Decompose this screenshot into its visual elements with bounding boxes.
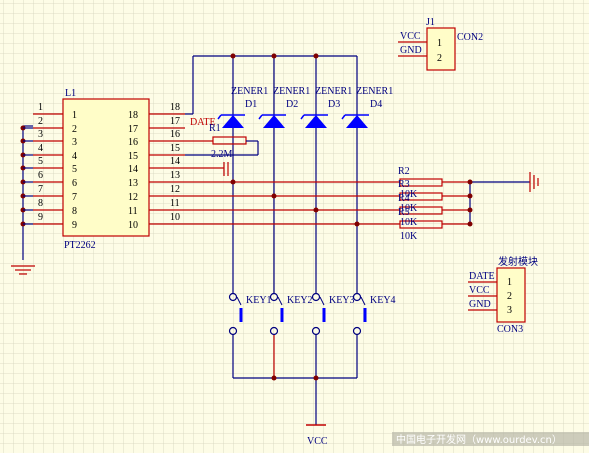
resistor-value: 10K bbox=[400, 203, 418, 214]
vcc-label: VCC bbox=[307, 436, 328, 447]
chip-pin-number: 10 bbox=[128, 220, 138, 231]
chip-pin-number: 14 bbox=[128, 164, 138, 175]
diode-designator: D2 bbox=[286, 99, 298, 110]
j1-pin-number: 2 bbox=[437, 53, 442, 64]
key-label: KEY3 bbox=[329, 295, 355, 306]
j2-title: 发射模块 bbox=[498, 255, 538, 268]
j2-net-vcc: VCC bbox=[469, 285, 490, 296]
chip-pin-number: 13 bbox=[128, 178, 138, 189]
chip-outer-pin-number: 9 bbox=[38, 212, 43, 223]
chip-pin-number: 3 bbox=[72, 137, 77, 148]
diode-type-label: ZENER1 bbox=[231, 86, 268, 97]
chip-pin-number: 2 bbox=[72, 124, 77, 135]
chip-pin-number: 17 bbox=[128, 124, 138, 135]
key-label: KEY2 bbox=[287, 295, 313, 306]
j1-net-gnd: GND bbox=[400, 45, 422, 56]
chip-designator: L1 bbox=[65, 88, 76, 99]
diode-designator: D4 bbox=[370, 99, 382, 110]
chip-outer-pin-number: 17 bbox=[170, 116, 180, 127]
r1-value: 2.2M bbox=[211, 149, 233, 160]
resistor-value: 10K bbox=[400, 217, 418, 228]
chip-pin-number: 4 bbox=[72, 151, 77, 162]
chip-outer-pin-number: 2 bbox=[38, 116, 43, 127]
j1-part: CON2 bbox=[457, 32, 483, 43]
chip-outer-pin-number: 13 bbox=[170, 170, 180, 181]
chip-pin-number: 15 bbox=[128, 151, 138, 162]
watermark-text: 中国电子开发网（www.ourdev.cn） bbox=[396, 433, 562, 446]
chip-outer-pin-number: 15 bbox=[170, 143, 180, 154]
chip-outer-pin-number: 4 bbox=[38, 143, 43, 154]
chip-pin-number: 1 bbox=[72, 110, 77, 121]
chip-outer-pin-number: 16 bbox=[170, 129, 180, 140]
j2-part: CON3 bbox=[497, 324, 523, 335]
chip-pin-number: 7 bbox=[72, 192, 77, 203]
chip-outer-pin-number: 10 bbox=[170, 212, 180, 223]
chip-outer-pin-number: 6 bbox=[38, 170, 43, 181]
j2-pin-number: 3 bbox=[507, 305, 512, 316]
chip-part-name: PT2262 bbox=[64, 240, 96, 251]
watermark: 中国电子开发网（www.ourdev.cn） bbox=[392, 432, 589, 446]
j1-designator: J1 bbox=[426, 17, 435, 28]
chip-outer-pin-number: 8 bbox=[38, 198, 43, 209]
chip-outer-pin-number: 12 bbox=[170, 184, 180, 195]
chip-outer-pin-number: 3 bbox=[38, 129, 43, 140]
key-label: KEY1 bbox=[246, 295, 272, 306]
schematic-canvas: L1 PT2262 1 2 3 4 5 6 7 8 9 18 17 16 15 … bbox=[0, 0, 589, 453]
chip-outer-pin-number: 5 bbox=[38, 156, 43, 167]
chip-pin-number: 9 bbox=[72, 220, 77, 231]
j1-net-vcc: VCC bbox=[400, 31, 421, 42]
chip-pin-number: 18 bbox=[128, 110, 138, 121]
chip-pin-number: 6 bbox=[72, 178, 77, 189]
diode-type-label: ZENER1 bbox=[356, 86, 393, 97]
chip-outer-pin-number: 14 bbox=[170, 156, 180, 167]
chip-pin-number: 16 bbox=[128, 137, 138, 148]
key-label: KEY4 bbox=[370, 295, 396, 306]
chip-pin-number: 11 bbox=[128, 206, 138, 217]
j1-pin-number: 1 bbox=[437, 38, 442, 49]
resistor-value: 10K bbox=[400, 231, 418, 242]
chip-outer-pin-number: 1 bbox=[38, 102, 43, 113]
j2-net-date: DATE bbox=[469, 271, 495, 282]
chip-outer-pin-number: 18 bbox=[170, 102, 180, 113]
r1-designator: R1 bbox=[209, 123, 221, 134]
diode-designator: D3 bbox=[328, 99, 340, 110]
j2-pin-number: 1 bbox=[507, 277, 512, 288]
j2-net-gnd: GND bbox=[469, 299, 491, 310]
chip-outer-pin-number: 11 bbox=[170, 198, 180, 209]
resistor-designator: R2 bbox=[398, 166, 410, 177]
diode-designator: D1 bbox=[245, 99, 257, 110]
chip-outer-pin-number: 7 bbox=[38, 184, 43, 195]
j2-pin-number: 2 bbox=[507, 291, 512, 302]
chip-pin-number: 12 bbox=[128, 192, 138, 203]
diode-type-label: ZENER1 bbox=[273, 86, 310, 97]
chip-pin-number: 5 bbox=[72, 164, 77, 175]
resistor-value: 10K bbox=[400, 189, 418, 200]
diode-type-label: ZENER1 bbox=[315, 86, 352, 97]
chip-pin-number: 8 bbox=[72, 206, 77, 217]
